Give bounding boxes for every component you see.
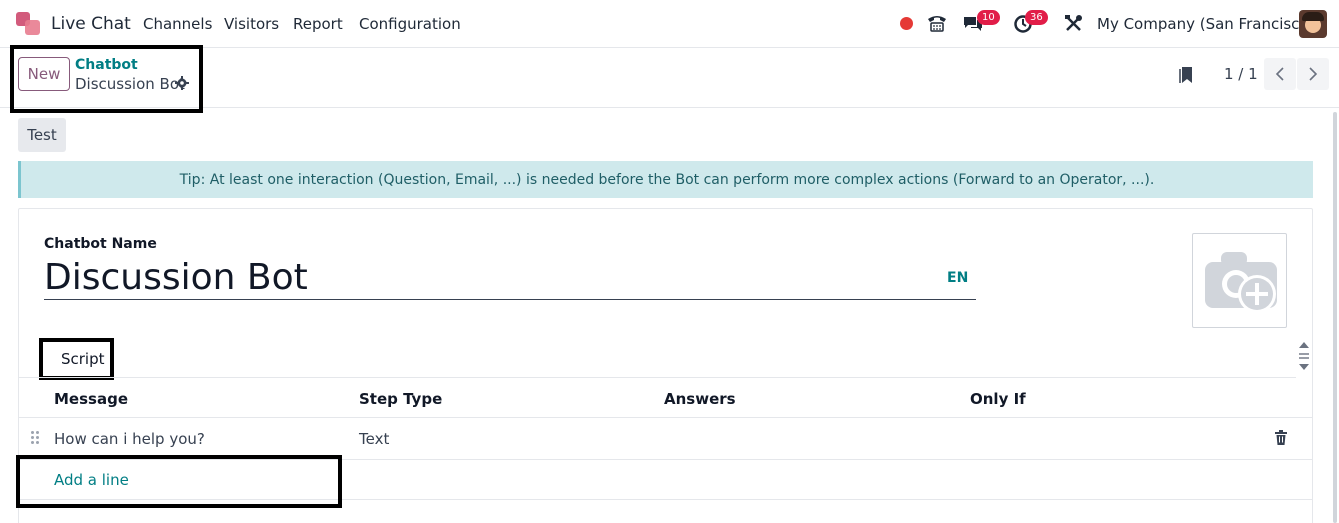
page-scrollbar[interactable] <box>1333 112 1337 523</box>
menu-visitors[interactable]: Visitors <box>224 15 279 33</box>
tools-icon[interactable] <box>1064 14 1083 33</box>
highlight-breadcrumb <box>10 45 203 113</box>
cell-step-type[interactable]: Text <box>359 430 389 448</box>
column-header-message[interactable]: Message <box>54 390 128 408</box>
header-divider <box>18 417 1313 418</box>
menu-report[interactable]: Report <box>293 15 343 33</box>
column-header-answers[interactable]: Answers <box>664 390 736 408</box>
bookmark-icon[interactable] <box>1179 66 1193 84</box>
activities-badge: 36 <box>1025 10 1048 25</box>
test-button[interactable]: Test <box>18 118 66 152</box>
recording-dot-icon[interactable] <box>900 17 913 30</box>
pager-previous[interactable] <box>1264 58 1296 90</box>
highlight-add-line <box>16 455 342 508</box>
user-avatar[interactable] <box>1299 10 1327 38</box>
cell-message[interactable]: How can i help you? <box>54 430 205 448</box>
messages-badge: 10 <box>977 10 1000 25</box>
trash-icon[interactable] <box>1274 430 1288 445</box>
image-upload[interactable] <box>1192 233 1287 328</box>
language-button[interactable]: EN <box>947 270 968 286</box>
chevron-right-icon <box>1309 67 1318 81</box>
menu-channels[interactable]: Channels <box>143 15 212 33</box>
top-navbar: Live Chat Channels Visitors Report Confi… <box>0 0 1339 48</box>
column-header-step-type[interactable]: Step Type <box>359 390 442 408</box>
scroll-updown-icon <box>1299 342 1309 370</box>
menu-configuration[interactable]: Configuration <box>359 15 461 33</box>
camera-plus-icon <box>1205 252 1277 313</box>
highlight-script-tab <box>39 338 114 380</box>
app-logo-icon[interactable] <box>16 12 41 36</box>
chatbot-name-label: Chatbot Name <box>44 236 157 252</box>
company-switcher[interactable]: My Company (San Francisco) <box>1097 15 1314 33</box>
tip-alert: Tip: At least one interaction (Question,… <box>18 161 1313 198</box>
chatbot-name-input[interactable]: Discussion Bot <box>44 256 976 300</box>
phone-icon[interactable] <box>926 13 948 33</box>
pager-value[interactable]: 1 / 1 <box>1224 65 1258 83</box>
column-header-only-if[interactable]: Only If <box>970 390 1026 408</box>
scroll-arrows[interactable] <box>1298 340 1310 376</box>
pager-next[interactable] <box>1297 58 1329 90</box>
app-name[interactable]: Live Chat <box>51 14 131 34</box>
tabs-divider <box>18 377 1296 378</box>
chevron-left-icon <box>1275 67 1284 81</box>
drag-handle-icon[interactable] <box>31 430 41 446</box>
